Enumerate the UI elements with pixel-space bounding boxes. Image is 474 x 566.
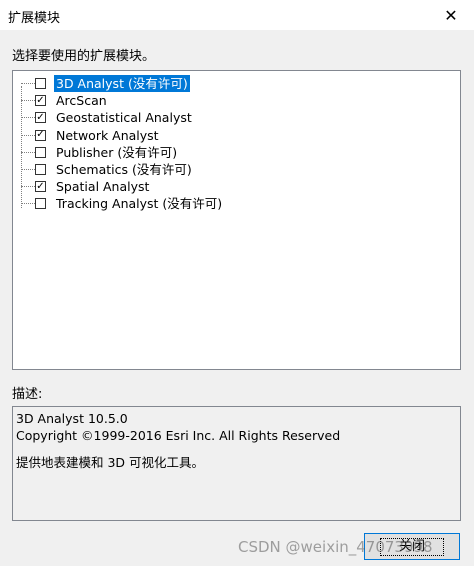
description-copyright: Copyright ©1999-2016 Esri Inc. All Right… <box>16 428 341 443</box>
close-button-label: 关闭 <box>379 537 444 556</box>
tree-connector-line <box>21 117 35 119</box>
extension-row[interactable]: ✓ Network Analyst <box>13 127 460 144</box>
tree-connector-line <box>21 151 35 153</box>
extension-label: 3D Analyst (没有许可) <box>54 75 190 92</box>
extension-checkbox[interactable]: ✓ <box>35 129 46 141</box>
extension-row[interactable]: ✓ Spatial Analyst <box>13 178 460 195</box>
tree-connector-line <box>21 134 35 136</box>
close-window-button[interactable]: ✕ <box>428 0 474 30</box>
extension-checkbox[interactable] <box>35 198 46 210</box>
extension-checkbox[interactable] <box>35 146 46 158</box>
extension-label: Geostatistical Analyst <box>56 110 192 126</box>
extensions-tree[interactable]: 3D Analyst (没有许可) ✓ ArcScan ✓ Geostatistical… <box>12 70 461 370</box>
extension-label: Network Analyst <box>56 127 159 143</box>
extension-row[interactable]: ✓ ArcScan <box>13 92 460 109</box>
checkmark-icon: ✓ <box>36 180 45 192</box>
close-button[interactable]: 关闭 <box>364 533 460 560</box>
title-bar: 扩展模块 ✕ <box>0 0 474 30</box>
extension-label: Publisher (没有许可) <box>56 144 178 160</box>
description-summary: 提供地表建模和 3D 可视化工具。 <box>16 455 205 470</box>
extension-label: Schematics (没有许可) <box>56 162 192 177</box>
description-label: 描述: <box>12 387 43 402</box>
extension-row[interactable]: Publisher (没有许可) <box>13 144 460 161</box>
extension-checkbox[interactable]: ✓ <box>35 180 46 193</box>
dialog-client-area: 选择要使用的扩展模块。 3D Analyst (没有许可) ✓ ArcScan ✓ Ge… <box>0 30 474 566</box>
instruction-label: 选择要使用的扩展模块。 <box>12 49 156 64</box>
extension-label: ArcScan <box>56 93 107 109</box>
extension-checkbox[interactable] <box>35 78 46 89</box>
checkmark-icon: ✓ <box>36 129 45 141</box>
checkmark-icon: ✓ <box>36 111 45 123</box>
extension-row[interactable]: 3D Analyst (没有许可) <box>13 75 460 92</box>
tree-connector-line <box>21 186 35 188</box>
close-icon: ✕ <box>444 5 458 25</box>
extension-label: Tracking Analyst (没有许可) <box>56 196 223 212</box>
description-version: 3D Analyst 10.5.0 <box>16 411 128 426</box>
extension-row[interactable]: Schematics (没有许可) <box>13 161 460 178</box>
tree-connector-line <box>21 169 35 170</box>
extension-label: Spatial Analyst <box>56 179 150 195</box>
extension-checkbox[interactable]: ✓ <box>35 94 46 107</box>
window-title: 扩展模块 <box>8 11 61 26</box>
tree-connector-line <box>21 83 35 84</box>
tree-connector-line <box>21 203 35 205</box>
extension-row[interactable]: ✓ Geostatistical Analyst <box>13 109 460 126</box>
checkmark-icon: ✓ <box>36 94 45 106</box>
extension-checkbox[interactable] <box>35 164 46 175</box>
extension-row[interactable]: Tracking Analyst (没有许可) <box>13 195 460 212</box>
extension-checkbox[interactable]: ✓ <box>35 111 46 124</box>
description-box: 3D Analyst 10.5.0 Copyright ©1999-2016 E… <box>12 406 461 521</box>
tree-connector-line <box>21 100 35 102</box>
